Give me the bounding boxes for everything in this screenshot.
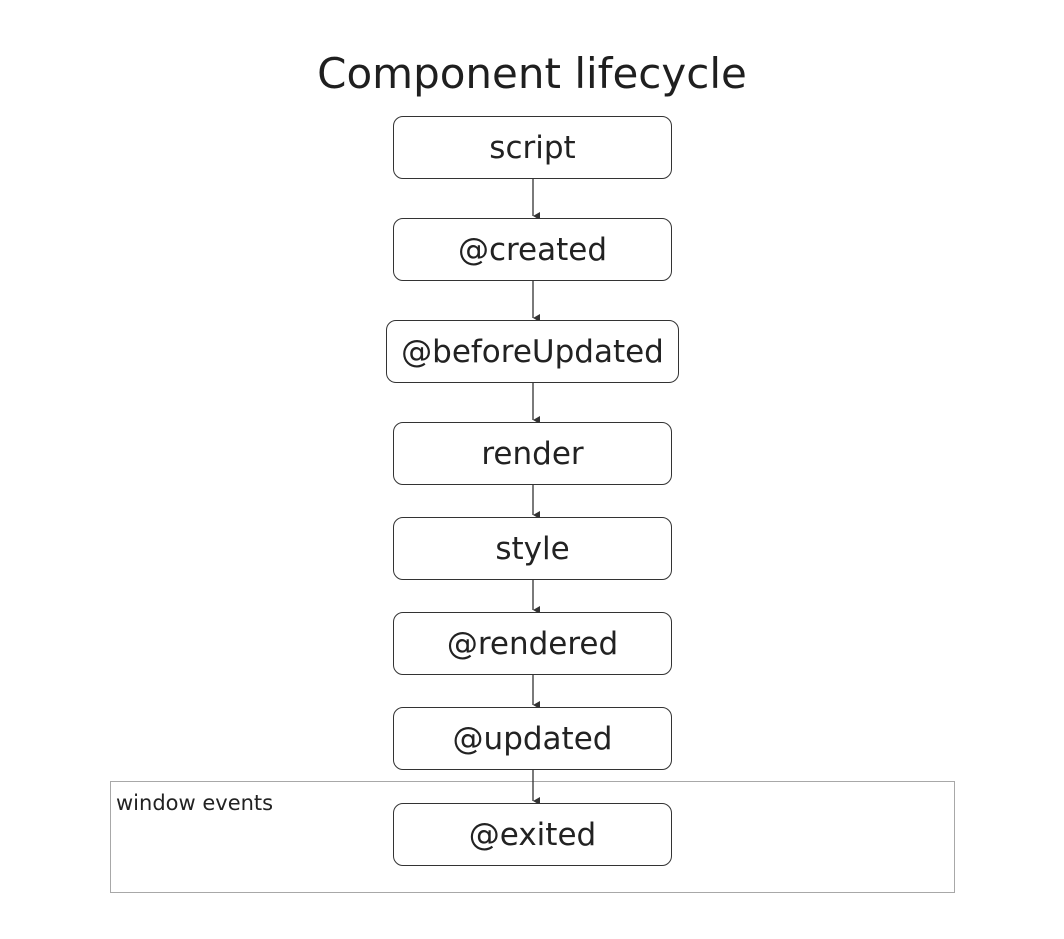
node-render: render [393, 422, 672, 485]
node-style: style [393, 517, 672, 580]
node-updated: @updated [393, 707, 672, 770]
node-before-updated: @beforeUpdated [386, 320, 679, 383]
node-exited: @exited [393, 803, 672, 866]
node-script: script [393, 116, 672, 179]
node-created: @created [393, 218, 672, 281]
node-rendered: @rendered [393, 612, 672, 675]
